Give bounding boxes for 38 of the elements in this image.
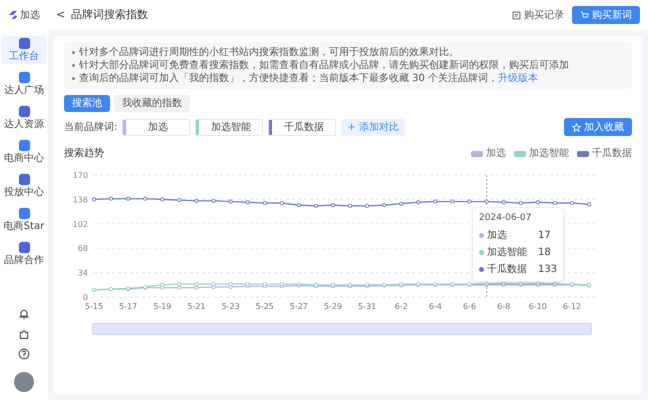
x-tick-label: 5-21 — [187, 302, 206, 311]
chart-title: 搜索趋势 — [64, 146, 104, 161]
brand-label: 当前品牌词: — [64, 120, 118, 134]
tooltip-label: 加选智能 — [487, 246, 528, 260]
notice-text: 针对大部分品牌词可免费查看搜索指数，如需查看自有品牌或小品牌，请先购买创建新词的权限，购买后可添加 — [79, 59, 569, 72]
x-tick-label: 6-4 — [428, 302, 442, 311]
legend-label: 千瓜数据 — [592, 146, 632, 161]
x-tick-label: 5-23 — [221, 302, 240, 311]
tooltip-label: 千瓜数据 — [487, 262, 528, 276]
x-tick-label: 5-29 — [324, 302, 342, 311]
y-tick-label: 136 — [72, 195, 88, 204]
tooltip-date: 2024-06-07 — [479, 212, 532, 225]
page-title: 品牌词搜索指数 — [71, 6, 148, 23]
x-tick-label: 6-8 — [497, 302, 510, 311]
y-tick-label: 68 — [78, 244, 88, 254]
y-tick-label: 34 — [78, 268, 88, 278]
y-tick-label: 170 — [72, 171, 88, 180]
x-tick-label: 5-27 — [290, 302, 308, 311]
legend-label: 加选 — [486, 146, 506, 161]
legend-label: 加选智能 — [529, 146, 569, 161]
x-tick-label: 6-6 — [462, 302, 476, 311]
tooltip-label: 加选 — [487, 228, 508, 242]
x-tick-label: 5-19 — [153, 302, 172, 311]
tooltip-value: 18 — [538, 246, 551, 260]
notice-text: 针对多个品牌词进行周期性的小红书站内搜索指数监测，可用于投放前后的效果对比。 — [79, 46, 459, 59]
x-tick-label: 5-15 — [84, 302, 104, 311]
y-tick-label: 0 — [82, 293, 88, 302]
y-tick-label: 102 — [72, 220, 88, 229]
x-tick-label: 5-31 — [358, 302, 376, 311]
x-tick-label: 5-17 — [119, 302, 138, 311]
logo-text: 加选 — [20, 8, 40, 22]
tooltip-value: 133 — [538, 262, 558, 276]
x-tick-label: 6-2 — [394, 302, 408, 311]
x-tick-label: 6-10 — [528, 302, 547, 311]
x-tick-label: 6-12 — [562, 302, 582, 311]
x-tick-label: 5-25 — [256, 302, 274, 311]
notice-text: 查询后的品牌词可加入「我的指数」，方便快捷查看；当前版本下最多收藏 30 个关注品牌词，升级版本 — [79, 72, 538, 85]
tooltip-value: 17 — [538, 228, 551, 242]
